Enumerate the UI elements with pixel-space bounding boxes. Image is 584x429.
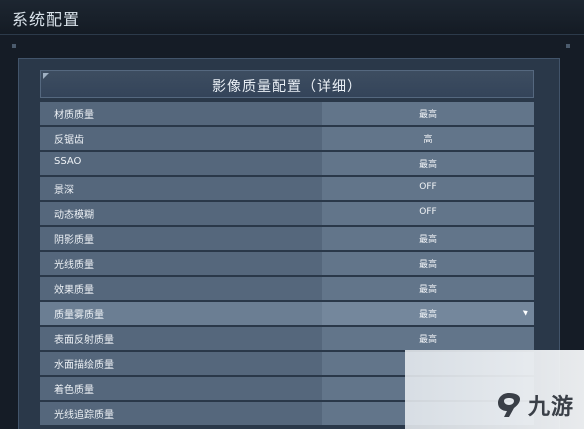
setting-value-selector[interactable]: OFF: [322, 177, 534, 200]
setting-value-selector[interactable]: 高: [322, 127, 534, 150]
setting-label: 反锯齿: [54, 135, 84, 146]
corner-decoration: [566, 44, 570, 48]
window-title: 系统配置: [12, 10, 81, 29]
setting-label: 材质质量: [54, 110, 94, 121]
setting-label: 着色质量: [54, 385, 94, 396]
setting-value: 高: [423, 135, 433, 145]
setting-row[interactable]: SSAO 最高: [40, 152, 534, 175]
setting-label: 动态模糊: [54, 210, 94, 221]
setting-label: 景深: [54, 185, 74, 196]
setting-value: 最高: [418, 235, 437, 245]
setting-value: 最高: [418, 260, 437, 270]
watermark-text: 九游: [527, 395, 574, 420]
setting-row[interactable]: 反锯齿 高: [40, 127, 534, 150]
watermark-overlay: 九游: [405, 350, 584, 429]
setting-value-selector[interactable]: 最高: [322, 327, 534, 350]
setting-value-selector[interactable]: 最高: [322, 302, 534, 325]
setting-value: 最高: [418, 335, 437, 345]
panel-header: 影像质量配置（详细）: [40, 70, 534, 98]
setting-value: 最高: [418, 285, 437, 295]
setting-row[interactable]: 效果质量 最高: [40, 277, 534, 300]
setting-value-selector[interactable]: 最高: [322, 152, 534, 175]
setting-label: 质量雾质量: [54, 310, 104, 321]
setting-value: 最高: [418, 160, 437, 170]
setting-row[interactable]: 阴影质量 最高: [40, 227, 534, 250]
setting-label: 阴影质量: [54, 235, 94, 246]
setting-label: 表面反射质量: [54, 335, 114, 346]
setting-label: 水面描绘质量: [54, 360, 114, 371]
setting-label: 光线质量: [54, 260, 94, 271]
setting-value: OFF: [419, 182, 437, 192]
setting-value-selector[interactable]: 最高: [322, 252, 534, 275]
panel-title: 影像质量配置（详细）: [212, 79, 362, 95]
setting-row[interactable]: 材质质量 最高: [40, 102, 534, 125]
setting-label: 效果质量: [54, 285, 94, 296]
setting-label: SSAO: [54, 156, 82, 167]
setting-value: 最高: [418, 310, 437, 320]
setting-value-selector[interactable]: 最高: [322, 227, 534, 250]
setting-label: 光线追踪质量: [54, 410, 114, 421]
setting-value-selector[interactable]: OFF: [322, 202, 534, 225]
setting-value-selector[interactable]: 最高: [322, 277, 534, 300]
watermark-logo: 九游: [494, 389, 574, 421]
setting-value: 最高: [418, 110, 437, 120]
setting-row[interactable]: 表面反射质量 最高: [40, 327, 534, 350]
setting-row[interactable]: 动态模糊 OFF: [40, 202, 534, 225]
jiuyou-logo-icon: [497, 393, 520, 417]
setting-row[interactable]: 质量雾质量 最高: [40, 302, 534, 325]
window-title-bar: 系统配置: [0, 0, 584, 35]
setting-row[interactable]: 光线质量 最高: [40, 252, 534, 275]
setting-value-selector[interactable]: 最高: [322, 102, 534, 125]
setting-row[interactable]: 景深 OFF: [40, 177, 534, 200]
corner-decoration: [12, 44, 16, 48]
setting-value: OFF: [419, 207, 437, 217]
